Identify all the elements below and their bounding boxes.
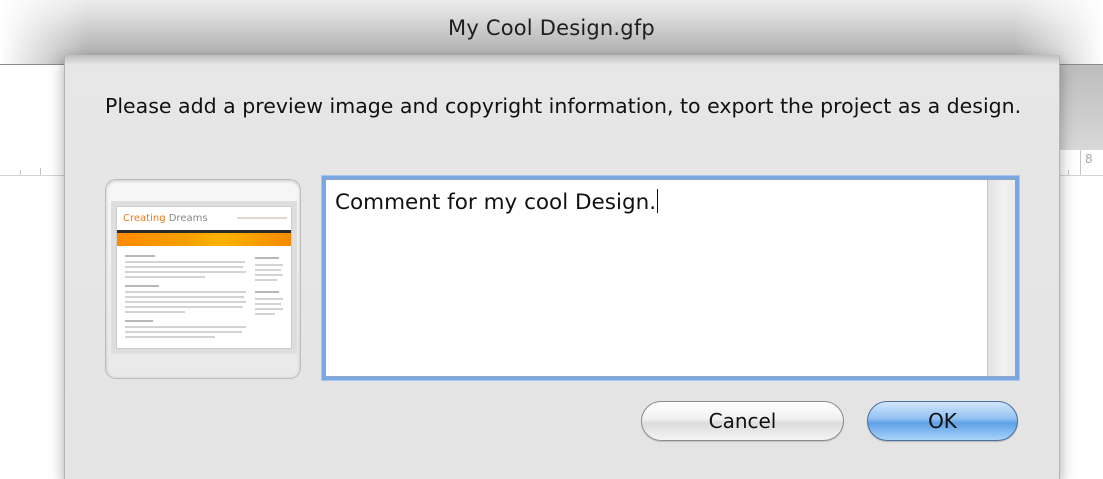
dialog-message: Please add a preview image and copyright… (105, 94, 1022, 118)
thumbnail-sidebar-text (255, 264, 283, 266)
thumbnail-heading (125, 255, 155, 257)
thumbnail-sidebar-text (255, 298, 283, 300)
ruler-tick (1080, 150, 1081, 175)
export-design-sheet: Please add a preview image and copyright… (64, 55, 1060, 479)
thumbnail-sidebar-heading (255, 291, 279, 293)
thumbnail-text (125, 261, 245, 263)
thumbnail-sidebar-text (255, 308, 283, 310)
thumbnail-text (125, 336, 215, 338)
document-toolbar-edge (1058, 65, 1103, 150)
thumbnail-text (125, 306, 243, 308)
thumbnail-logo: Creating Dreams (123, 213, 208, 224)
preview-image-well[interactable]: Creating Dreams (105, 179, 301, 379)
screen: 8 My Cool Design.gfp Please add a previe… (0, 0, 1103, 479)
thumbnail-banner (117, 233, 291, 246)
ruler-tick (20, 170, 21, 175)
thumbnail-text (125, 326, 246, 328)
sheet-shadow (65, 55, 1059, 65)
thumbnail-logo-highlight: Creating (123, 213, 166, 224)
comment-textarea[interactable]: Comment for my cool Design. (325, 179, 1016, 377)
thumbnail-sidebar-text (255, 303, 281, 305)
thumbnail-sidebar-text (255, 269, 281, 271)
preview-thumbnail: Creating Dreams (116, 206, 292, 349)
comment-value: Comment for my cool Design. (335, 190, 657, 215)
window-title: My Cool Design.gfp (448, 16, 655, 40)
thumbnail-text (125, 301, 246, 303)
thumbnail-sidebar-text (255, 279, 277, 281)
thumbnail-sidebar-text (255, 313, 275, 315)
thumbnail-text (125, 311, 185, 313)
thumbnail-heading (125, 320, 153, 322)
thumbnail-text (125, 291, 246, 293)
ruler-number: 8 (1085, 152, 1093, 166)
thumbnail-text (125, 266, 243, 268)
text-caret (657, 189, 659, 213)
thumbnail-text (125, 276, 205, 278)
thumbnail-nav (237, 217, 287, 219)
ruler-tick (40, 168, 41, 175)
thumbnail-logo-rest: Dreams (165, 213, 208, 224)
thumbnail-text (125, 331, 242, 333)
comment-text: Comment for my cool Design. (335, 189, 659, 215)
ruler-left (0, 175, 64, 176)
thumbnail-sidebar-heading (255, 257, 279, 259)
comment-scrollbar[interactable] (987, 180, 1015, 376)
thumbnail-sidebar-text (255, 274, 283, 276)
thumbnail-heading (125, 285, 159, 287)
thumbnail-text (125, 271, 246, 273)
ruler-right (1058, 175, 1103, 176)
thumbnail-text (125, 296, 244, 298)
cancel-button[interactable]: Cancel (641, 401, 844, 441)
ruler-tick (1068, 170, 1069, 175)
ok-button[interactable]: OK (867, 401, 1018, 441)
